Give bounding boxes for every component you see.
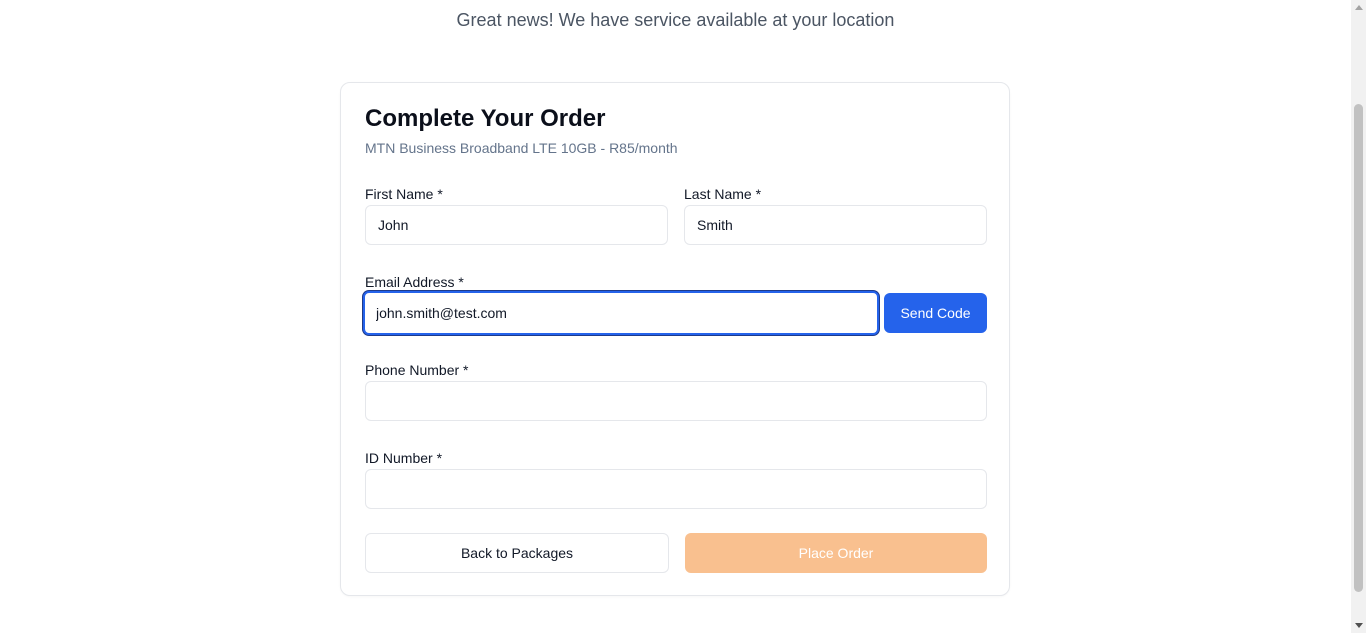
scroll-down-arrow-icon[interactable] (1351, 618, 1366, 633)
last-name-input[interactable] (684, 205, 987, 245)
service-available-banner: Great news! We have service available at… (456, 10, 895, 30)
back-to-packages-button[interactable]: Back to Packages (365, 533, 669, 573)
scroll-up-arrow-icon[interactable] (1351, 0, 1366, 15)
vertical-scrollbar[interactable] (1351, 0, 1366, 633)
send-code-button[interactable]: Send Code (884, 293, 987, 333)
phone-number-label: Phone Number * (365, 362, 469, 378)
id-number-label: ID Number * (365, 450, 443, 466)
phone-number-input[interactable] (365, 381, 987, 421)
page: Great news! We have service available at… (0, 0, 1366, 633)
order-form-card: Complete Your Order MTN Business Broadba… (340, 82, 1010, 596)
scrollbar-thumb[interactable] (1354, 104, 1363, 592)
email-label: Email Address * (365, 274, 464, 290)
email-input[interactable] (363, 291, 879, 335)
place-order-button[interactable]: Place Order (685, 533, 987, 573)
first-name-label: First Name * (365, 186, 443, 202)
page-title: Complete Your Order (365, 105, 606, 132)
last-name-label: Last Name * (684, 186, 762, 202)
id-number-input[interactable] (365, 469, 987, 509)
selected-package-text: MTN Business Broadband LTE 10GB - R85/mo… (365, 140, 678, 156)
first-name-input[interactable] (365, 205, 668, 245)
